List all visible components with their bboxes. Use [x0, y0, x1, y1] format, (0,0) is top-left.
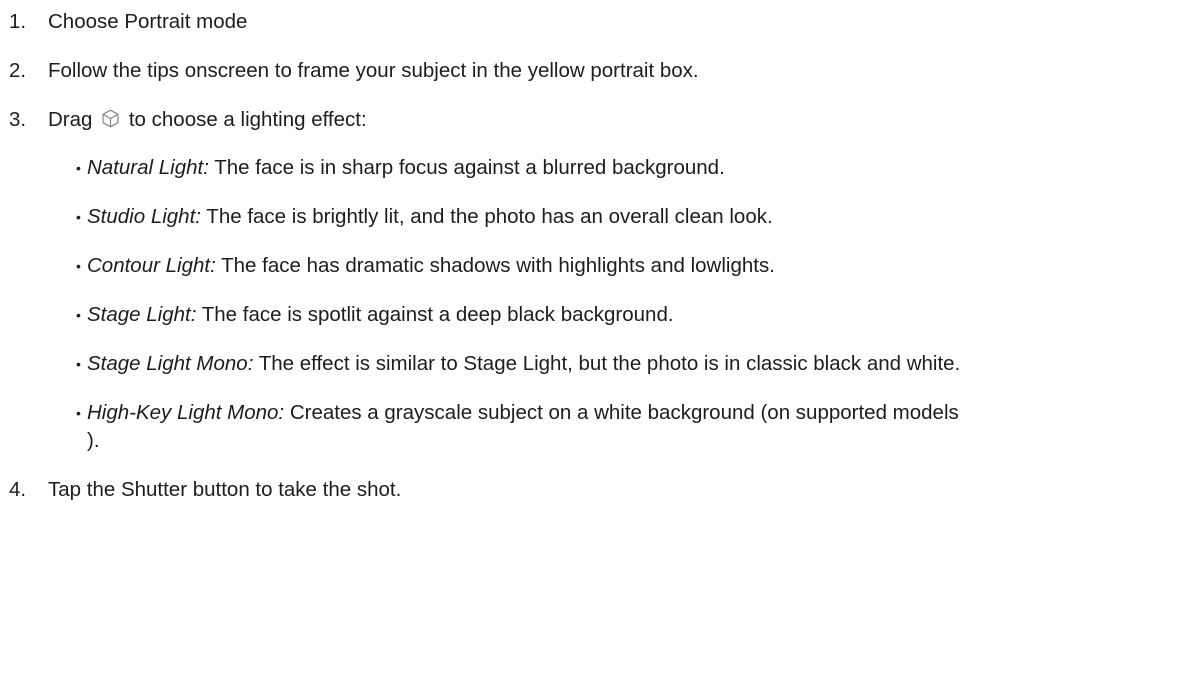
step-item: 4. Tap the Shutter button to take the sh… — [0, 476, 1190, 504]
step-text: Follow the tips onscreen to frame your s… — [48, 59, 699, 82]
lighting-effect-item: • Stage Light: The face is spotlit agains… — [48, 301, 1190, 329]
lighting-effects-list: • Natural Light: The face is in sharp foc… — [48, 154, 1190, 455]
bullet: • — [76, 209, 81, 225]
step-number: 2. — [9, 59, 27, 82]
lighting-effect-item: • Contour Light: The face has dramatic sh… — [48, 252, 1190, 280]
step-item: 1. Choose Portrait mode — [0, 8, 1190, 36]
effect-name: Contour Light: — [87, 254, 216, 277]
bullet: • — [76, 356, 81, 372]
effect-name: Natural Light: — [87, 156, 209, 179]
effect-name: High-Key Light Mono: — [87, 401, 285, 424]
effect-description: The face is in sharp focus against a blu… — [208, 156, 725, 179]
step-text-before-icon: Drag — [48, 108, 93, 131]
step-item: 2. Follow the tips onscreen to frame you… — [0, 57, 1190, 85]
lighting-effect-item: • Natural Light: The face is in sharp foc… — [48, 154, 1190, 182]
lighting-effect-item: • Studio Light: The face is brightly lit,… — [48, 203, 1190, 231]
steps-list: 1. Choose Portrait mode 2. Follow the ti… — [0, 8, 1190, 525]
bullet: • — [76, 405, 81, 421]
step-item: 3. Drag to choose a lighting effect: • Na… — [0, 106, 1190, 455]
lighting-instructions-page: 1. Choose Portrait mode 2. Follow the ti… — [0, 0, 1190, 682]
lighting-effect-item: • Stage Light Mono: The effect is similar… — [48, 350, 1190, 378]
step-text-after-icon: to choose a lighting effect: — [128, 108, 367, 131]
lighting-effect-item: • High-Key Light Mono: Creates a grayscal… — [48, 399, 1190, 455]
step-number: 4. — [9, 478, 27, 501]
step-text: Tap the Shutter button to take the shot. — [48, 478, 402, 501]
effect-description: The face is spotlit against a deep black… — [196, 303, 674, 326]
step-number: 3. — [9, 108, 27, 131]
bullet: • — [76, 307, 81, 323]
effect-name: Stage Light Mono: — [87, 352, 254, 375]
bullet: • — [76, 160, 81, 176]
effect-description: The effect is similar to Stage Light, bu… — [253, 352, 961, 375]
effect-description: The face has dramatic shadows with highl… — [215, 254, 775, 277]
cube-icon — [100, 108, 121, 129]
step-number: 1. — [9, 10, 27, 33]
effect-name: Stage Light: — [87, 303, 197, 326]
effect-description: The face is brightly lit, and the photo … — [200, 205, 773, 228]
bullet: • — [76, 258, 81, 274]
step-text: Choose Portrait mode — [48, 10, 248, 33]
effect-name: Studio Light: — [87, 205, 201, 228]
